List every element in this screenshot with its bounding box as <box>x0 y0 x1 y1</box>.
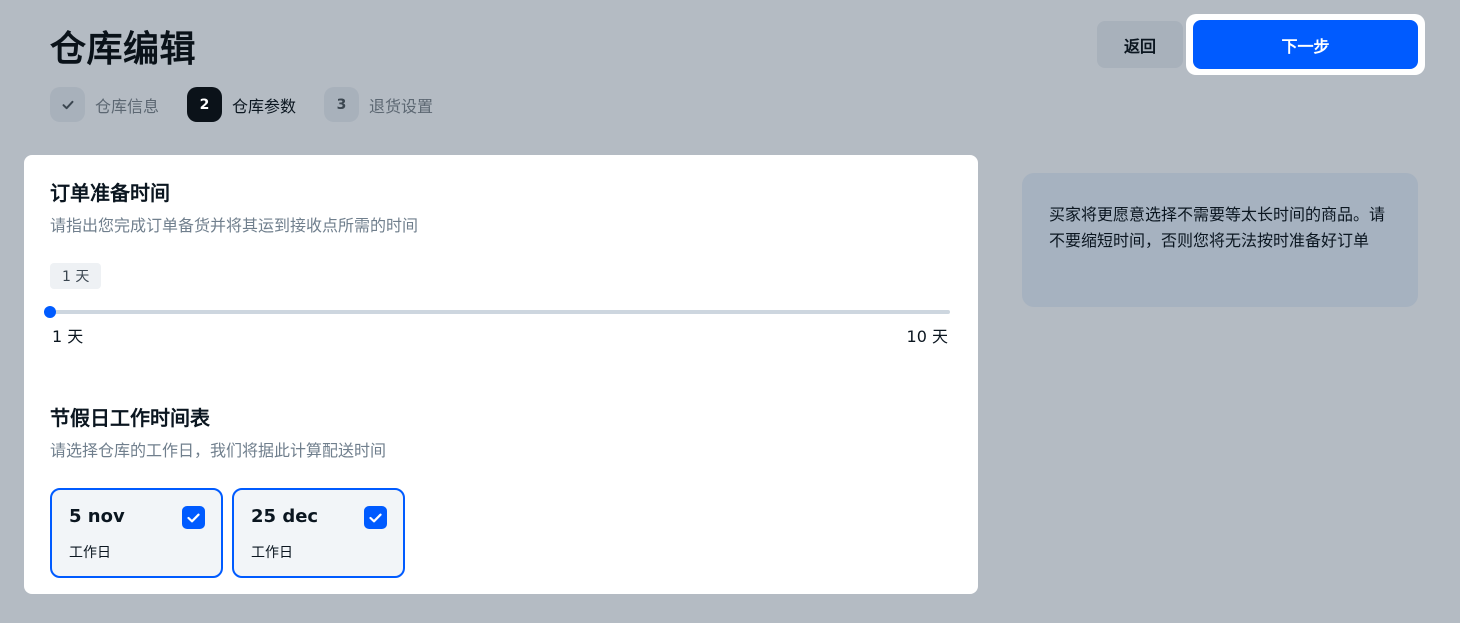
holiday-day-card[interactable]: 25 dec 工作日 <box>232 488 405 578</box>
day-checkbox[interactable] <box>182 506 205 529</box>
step-label: 仓库参数 <box>232 96 297 116</box>
hint-box: 买家将更愿意选择不需要等太长时间的商品。请不要缩短时间，否则您将无法按时准备好订… <box>1022 173 1418 307</box>
next-button[interactable]: 下一步 <box>1193 20 1418 69</box>
slider-min-label: 1 天 <box>52 327 84 346</box>
check-icon <box>62 100 73 109</box>
step-done-badge <box>50 87 85 122</box>
step-warehouse-params[interactable]: 2 仓库参数 <box>187 87 296 122</box>
stepper: 仓库信息 2 仓库参数 3 退货设置 <box>50 87 461 122</box>
prep-time-title: 订单准备时间 <box>50 181 170 205</box>
day-checkbox[interactable] <box>364 506 387 529</box>
check-icon <box>369 513 382 522</box>
day-label: 工作日 <box>69 545 111 561</box>
step-label: 仓库信息 <box>95 96 160 116</box>
holiday-day-card[interactable]: 5 nov 工作日 <box>50 488 223 578</box>
day-date: 25 dec <box>251 506 319 527</box>
slider-max-label: 10 天 <box>906 327 948 346</box>
step-return-settings[interactable]: 3 退货设置 <box>324 87 433 122</box>
holiday-subtitle: 请选择仓库的工作日，我们将据此计算配送时间 <box>50 441 387 460</box>
check-icon <box>187 513 200 522</box>
step-number-badge: 2 <box>187 87 223 122</box>
step-warehouse-info[interactable]: 仓库信息 <box>50 87 159 122</box>
day-label: 工作日 <box>251 545 293 561</box>
day-date: 5 nov <box>69 506 125 527</box>
holiday-title: 节假日工作时间表 <box>50 406 210 430</box>
settings-card: 订单准备时间 请指出您完成订单备货并将其运到接收点所需的时间 1 天 1 天 1… <box>24 155 978 594</box>
step-label: 退货设置 <box>369 96 434 116</box>
step-number-badge: 3 <box>324 87 360 122</box>
prep-time-slider[interactable] <box>44 306 950 318</box>
prep-time-subtitle: 请指出您完成订单备货并将其运到接收点所需的时间 <box>50 216 419 235</box>
prep-time-value-chip: 1 天 <box>50 263 102 289</box>
page-title: 仓库编辑 <box>50 29 197 70</box>
slider-thumb[interactable] <box>44 306 56 318</box>
next-button-frame: 下一步 <box>1186 14 1425 75</box>
back-button[interactable]: 返回 <box>1097 21 1183 68</box>
